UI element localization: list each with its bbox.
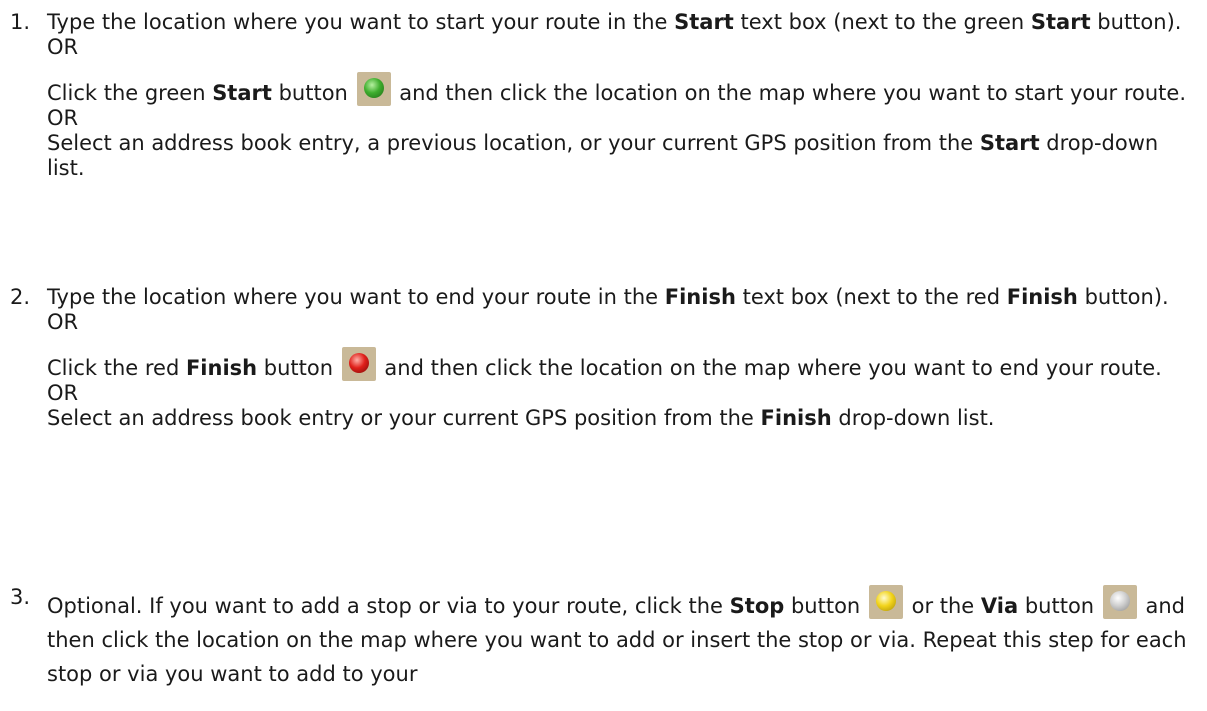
step-number: 1. xyxy=(10,10,31,34)
red-finish-icon xyxy=(341,347,376,381)
step-text: Select an address book entry, a previous… xyxy=(47,131,1159,180)
step-text: Click the red Finish button and then cli… xyxy=(47,347,1197,381)
yellow-stop-icon xyxy=(868,585,903,619)
step-text: Type the location where you want to end … xyxy=(47,285,1169,309)
step-text: Click the green Start button and then cl… xyxy=(47,72,1197,106)
step-number: 3. xyxy=(10,585,31,609)
step-body: Type the location where you want to star… xyxy=(47,10,1197,181)
or-text: OR xyxy=(47,106,79,130)
step-text: Type the location where you want to star… xyxy=(47,10,1182,34)
or-text: OR xyxy=(47,381,79,405)
step-body: Type the location where you want to end … xyxy=(47,285,1197,431)
grey-via-icon xyxy=(1102,585,1137,619)
step-body: Optional. If you want to add a stop or v… xyxy=(47,585,1197,691)
step-text: Select an address book entry or your cur… xyxy=(47,406,995,430)
step-text: Optional. If you want to add a stop or v… xyxy=(47,585,1197,691)
or-text: OR xyxy=(47,310,79,334)
step-number: 2. xyxy=(10,285,31,309)
green-start-icon xyxy=(356,72,391,106)
or-text: OR xyxy=(47,35,79,59)
